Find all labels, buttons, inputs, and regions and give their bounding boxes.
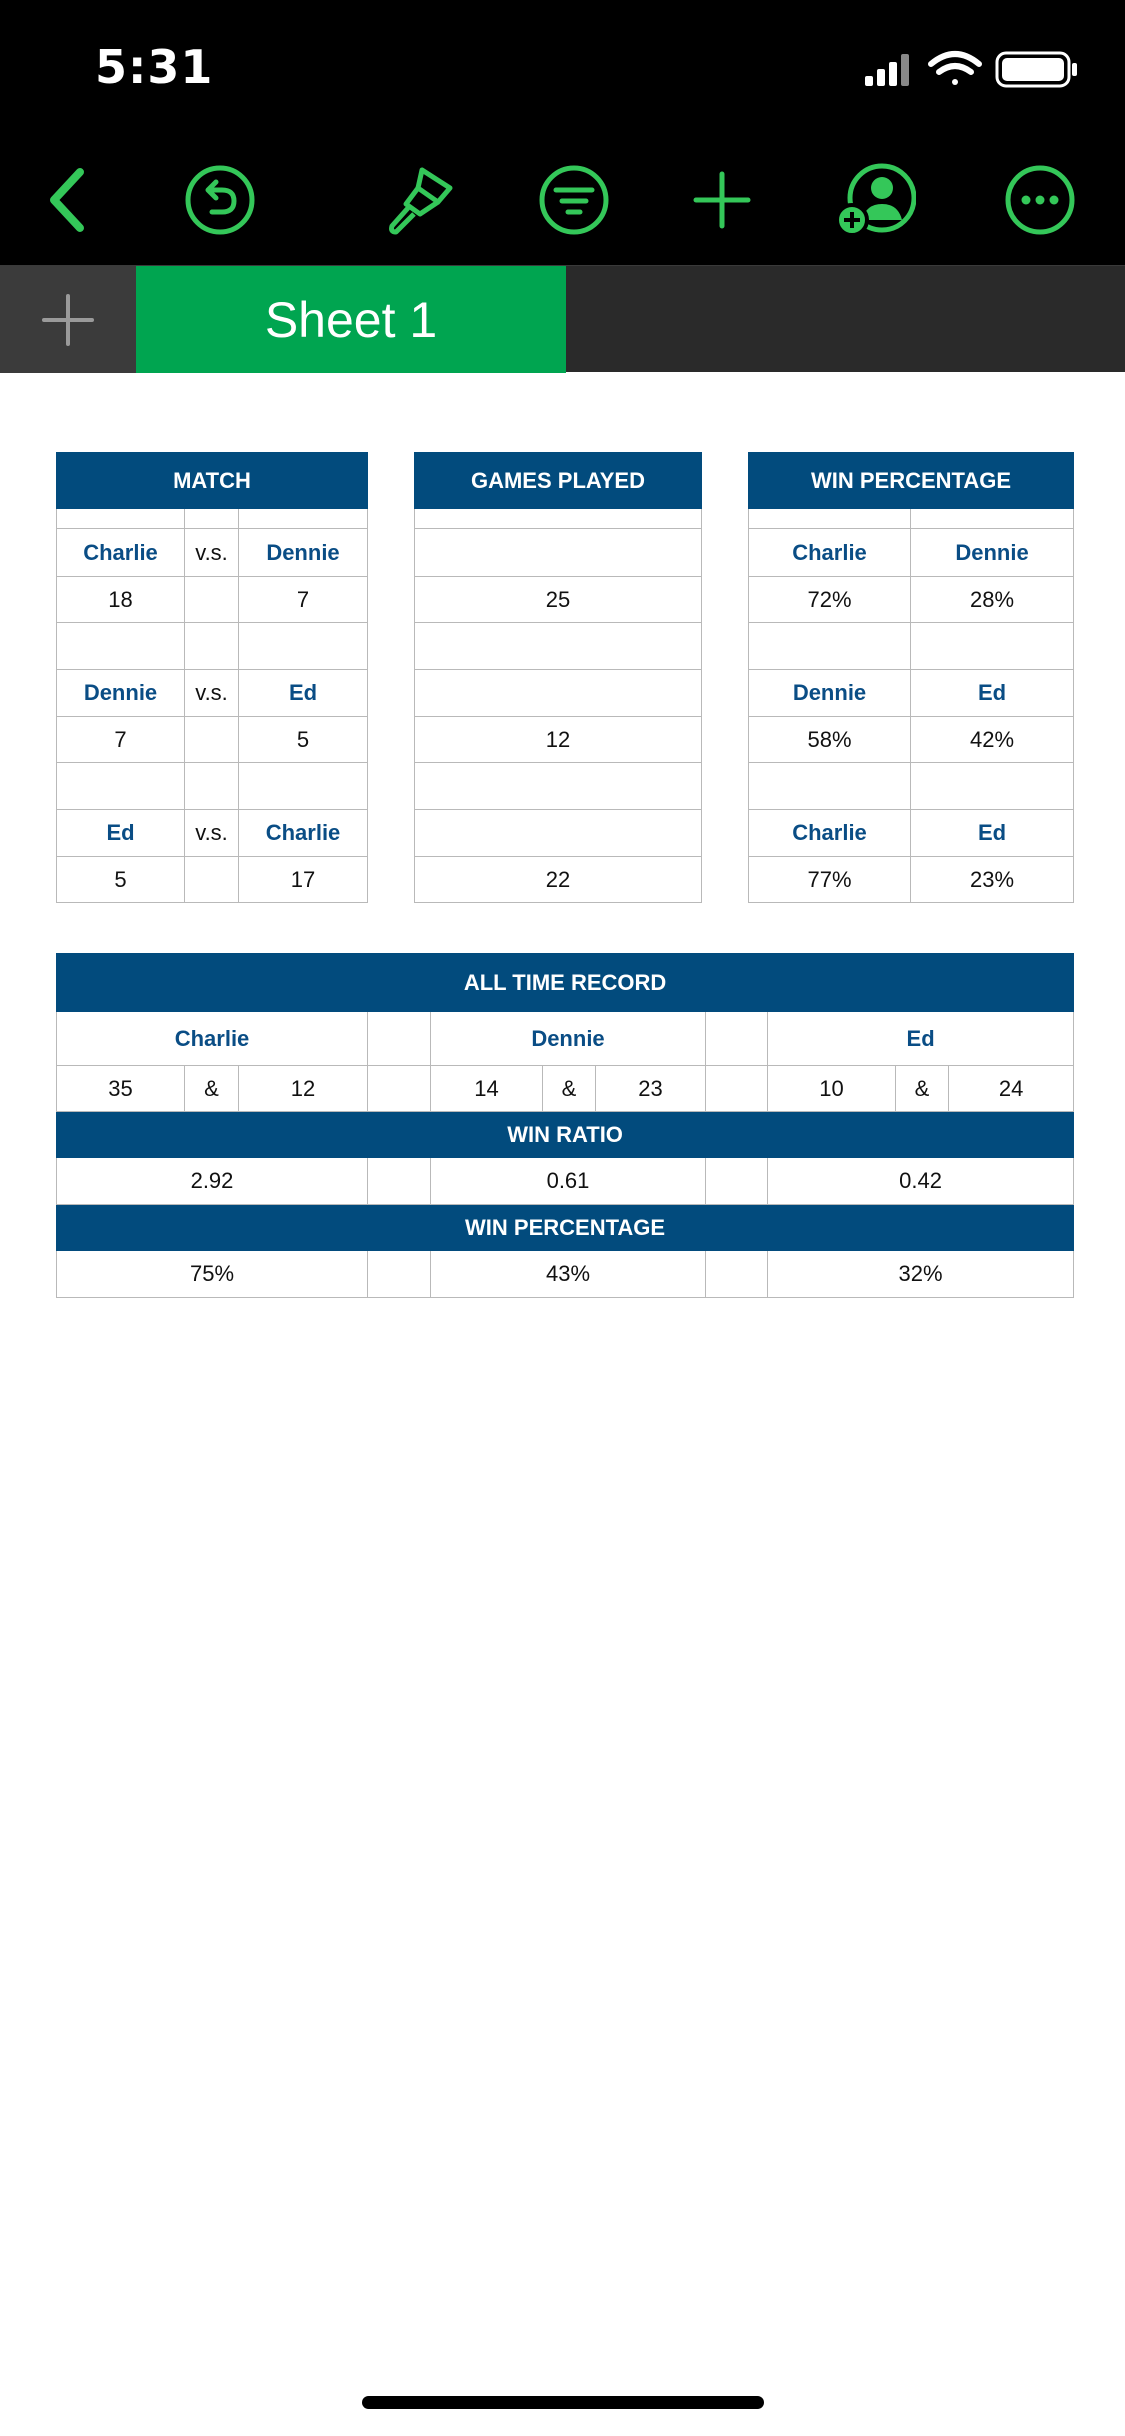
wins-cell[interactable]: 35 <box>56 1065 185 1112</box>
plus-icon <box>42 293 94 346</box>
player-name[interactable]: Dennie <box>238 528 368 577</box>
percent-cell[interactable]: 42% <box>909 716 1075 763</box>
battery-icon <box>995 51 1077 88</box>
player-name[interactable]: Dennie <box>56 669 185 717</box>
percent-cell[interactable]: 72% <box>748 576 911 623</box>
win-ratio-header: WIN RATIO <box>55 1111 1075 1158</box>
wins-cell[interactable]: 14 <box>430 1065 543 1112</box>
score-cell[interactable]: 18 <box>56 576 185 623</box>
player-name[interactable]: Charlie <box>748 528 911 577</box>
tab-sheet-1[interactable]: Sheet 1 <box>136 266 566 373</box>
percent-cell[interactable]: 75% <box>56 1250 368 1298</box>
win-percentage-table[interactable]: WIN PERCENTAGE Charlie Dennie 72% 28% De… <box>747 452 1075 903</box>
ratio-cell[interactable]: 0.61 <box>430 1157 706 1205</box>
back-button[interactable] <box>28 160 108 240</box>
add-icon <box>693 171 751 229</box>
score-cell[interactable]: 5 <box>56 856 185 903</box>
toolbar <box>0 130 1125 265</box>
games-count-cell[interactable]: 25 <box>414 576 702 623</box>
filter-icon <box>539 165 609 235</box>
cellular-signal-icon <box>865 54 909 86</box>
player-name[interactable]: Charlie <box>56 1011 368 1066</box>
vs-label[interactable]: v.s. <box>184 528 239 577</box>
ratio-cell[interactable]: 0.42 <box>766 1157 1075 1205</box>
collaborate-icon <box>836 163 916 237</box>
percent-cell[interactable]: 43% <box>430 1250 706 1298</box>
score-cell[interactable]: 5 <box>238 716 368 763</box>
losses-cell[interactable]: 24 <box>947 1065 1075 1112</box>
collaborate-button[interactable] <box>836 160 916 240</box>
player-name[interactable]: Dennie <box>748 669 911 717</box>
games-played-table[interactable]: GAMES PLAYED 25 12 22 <box>414 452 702 903</box>
organize-button[interactable] <box>534 160 614 240</box>
player-name[interactable]: Ed <box>766 1011 1075 1066</box>
percent-cell[interactable]: 77% <box>748 856 911 903</box>
home-indicator <box>362 2396 764 2409</box>
player-name[interactable]: Charlie <box>56 528 185 577</box>
player-name[interactable]: Dennie <box>909 528 1075 577</box>
losses-cell[interactable]: 12 <box>238 1065 368 1112</box>
all-time-title: ALL TIME RECORD <box>55 953 1075 1012</box>
player-name[interactable]: Ed <box>909 809 1075 857</box>
ampersand-cell[interactable]: & <box>542 1065 596 1112</box>
games-count-cell[interactable]: 12 <box>414 716 702 763</box>
vs-label[interactable]: v.s. <box>184 669 239 717</box>
status-bar: 5:31 <box>0 0 1125 130</box>
add-sheet-button[interactable] <box>0 266 136 373</box>
vs-label[interactable]: v.s. <box>184 809 239 857</box>
status-icons <box>865 51 1077 88</box>
status-time: 5:31 <box>95 40 214 94</box>
player-name[interactable]: Ed <box>56 809 185 857</box>
score-cell[interactable]: 17 <box>238 856 368 903</box>
score-cell[interactable]: 7 <box>238 576 368 623</box>
player-name[interactable]: Charlie <box>748 809 911 857</box>
ampersand-cell[interactable]: & <box>184 1065 239 1112</box>
win-percentage-header: WIN PERCENTAGE <box>55 1204 1075 1251</box>
percent-cell[interactable]: 32% <box>766 1250 1075 1298</box>
match-title: MATCH <box>56 452 368 509</box>
games-played-title: GAMES PLAYED <box>414 452 702 509</box>
losses-cell[interactable]: 23 <box>595 1065 706 1112</box>
player-name[interactable]: Ed <box>909 669 1075 717</box>
percent-cell[interactable]: 28% <box>909 576 1075 623</box>
player-name[interactable]: Dennie <box>430 1011 706 1066</box>
ampersand-cell[interactable]: & <box>895 1065 949 1112</box>
all-time-record-table[interactable]: ALL TIME RECORD Charlie Dennie Ed 35 & 1… <box>55 953 1075 1298</box>
score-cell[interactable]: 7 <box>56 716 185 763</box>
games-count-cell[interactable]: 22 <box>414 856 702 903</box>
more-icon <box>1005 165 1075 235</box>
percent-cell[interactable]: 58% <box>748 716 911 763</box>
undo-icon <box>185 165 255 235</box>
player-name[interactable]: Charlie <box>238 809 368 857</box>
more-button[interactable] <box>1000 160 1080 240</box>
wifi-icon <box>928 51 982 85</box>
add-button[interactable] <box>682 160 762 240</box>
match-table[interactable]: MATCH Charlie v.s. Dennie 18 7 Dennie v.… <box>56 452 368 903</box>
format-button[interactable] <box>378 160 458 240</box>
ratio-cell[interactable]: 2.92 <box>56 1157 368 1205</box>
win-percentage-title: WIN PERCENTAGE <box>747 452 1075 509</box>
player-name[interactable]: Ed <box>238 669 368 717</box>
percent-cell[interactable]: 23% <box>909 856 1075 903</box>
paintbrush-icon <box>389 167 453 235</box>
wins-cell[interactable]: 10 <box>767 1065 896 1112</box>
sheet-tab-bar: Sheet 1 <box>0 265 1125 373</box>
back-chevron-icon <box>50 168 84 232</box>
undo-button[interactable] <box>180 160 260 240</box>
